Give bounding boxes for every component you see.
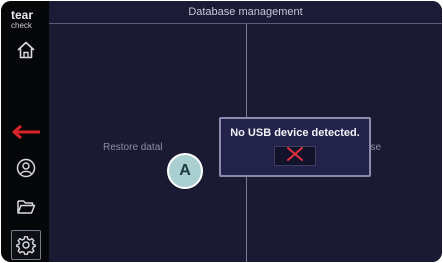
dialog-close-button[interactable]: [274, 146, 316, 166]
restore-database-option[interactable]: Restore datal: [103, 142, 162, 153]
back-button[interactable]: [11, 119, 41, 145]
header-bar: Database management: [49, 1, 442, 24]
settings-button[interactable]: [11, 230, 41, 260]
close-x-icon: [286, 146, 304, 166]
home-icon: [16, 40, 36, 60]
home-button[interactable]: [13, 37, 39, 63]
sidebar: tear check: [1, 1, 49, 262]
main-area: Database management Restore datal kup da…: [49, 1, 442, 262]
back-arrow-icon: [11, 125, 41, 139]
page-title: Database management: [188, 6, 303, 18]
dialog-message: No USB device detected.: [230, 127, 360, 139]
folder-icon: [16, 198, 36, 216]
settings-gear-icon: [16, 235, 36, 255]
user-icon: [16, 158, 36, 178]
alert-dialog: No USB device detected.: [219, 117, 371, 177]
brand-logo: tear check: [11, 8, 43, 30]
folder-button[interactable]: [13, 194, 39, 220]
brand-line-2: check: [11, 21, 32, 30]
device-screen: tear check Database management Restore d…: [1, 1, 442, 262]
annotation-callout: A: [167, 153, 203, 189]
brand-line-1: tear: [11, 8, 34, 22]
user-button[interactable]: [13, 155, 39, 181]
